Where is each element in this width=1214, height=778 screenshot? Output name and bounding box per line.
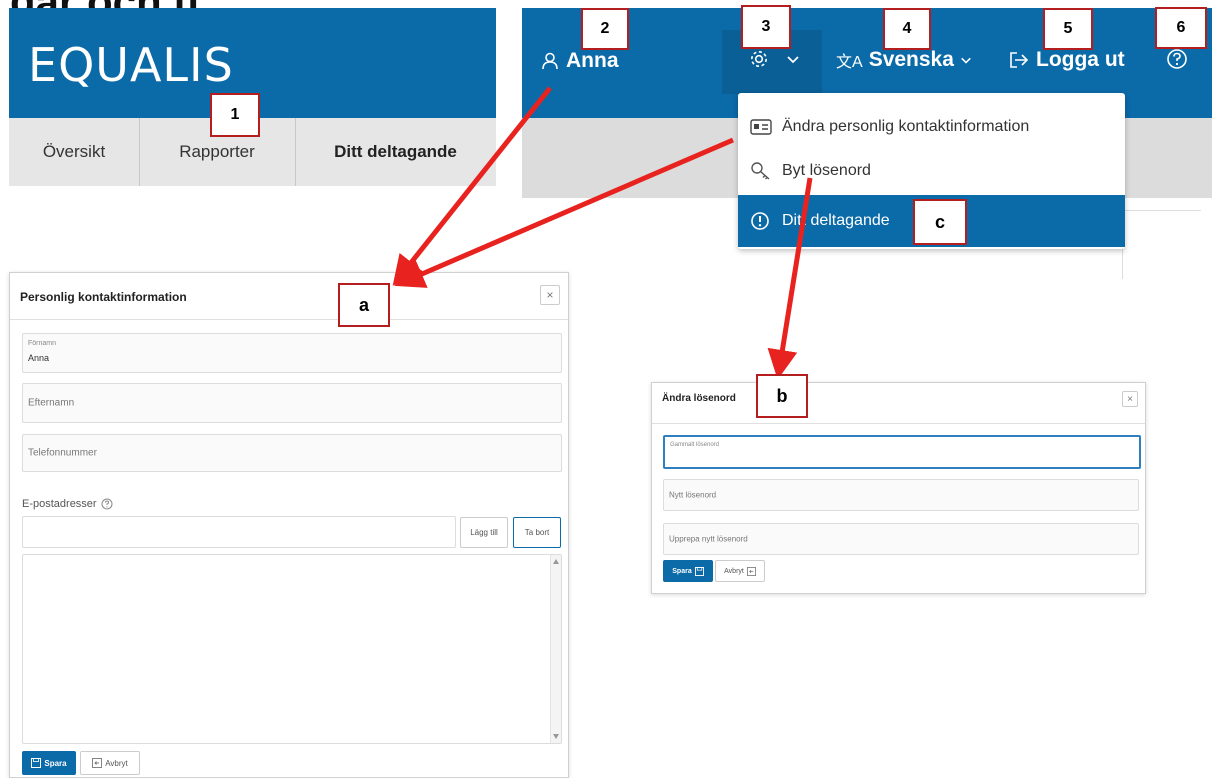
callout-3: 3 (741, 5, 791, 49)
arrow-menu-to-dialog-b (767, 177, 813, 380)
annotation-arrows (392, 86, 813, 380)
callout-6: 6 (1155, 7, 1207, 49)
callout-c: c (913, 199, 967, 245)
callout-a: a (338, 283, 390, 327)
callout-2: 2 (581, 8, 629, 50)
arrow-menu-to-dialog-a (394, 137, 734, 288)
callout-5: 5 (1043, 8, 1093, 50)
callout-1: 1 (210, 93, 260, 137)
arrow-user-to-dialog-a (392, 86, 552, 286)
callout-b: b (756, 374, 808, 418)
callout-4: 4 (883, 8, 931, 50)
